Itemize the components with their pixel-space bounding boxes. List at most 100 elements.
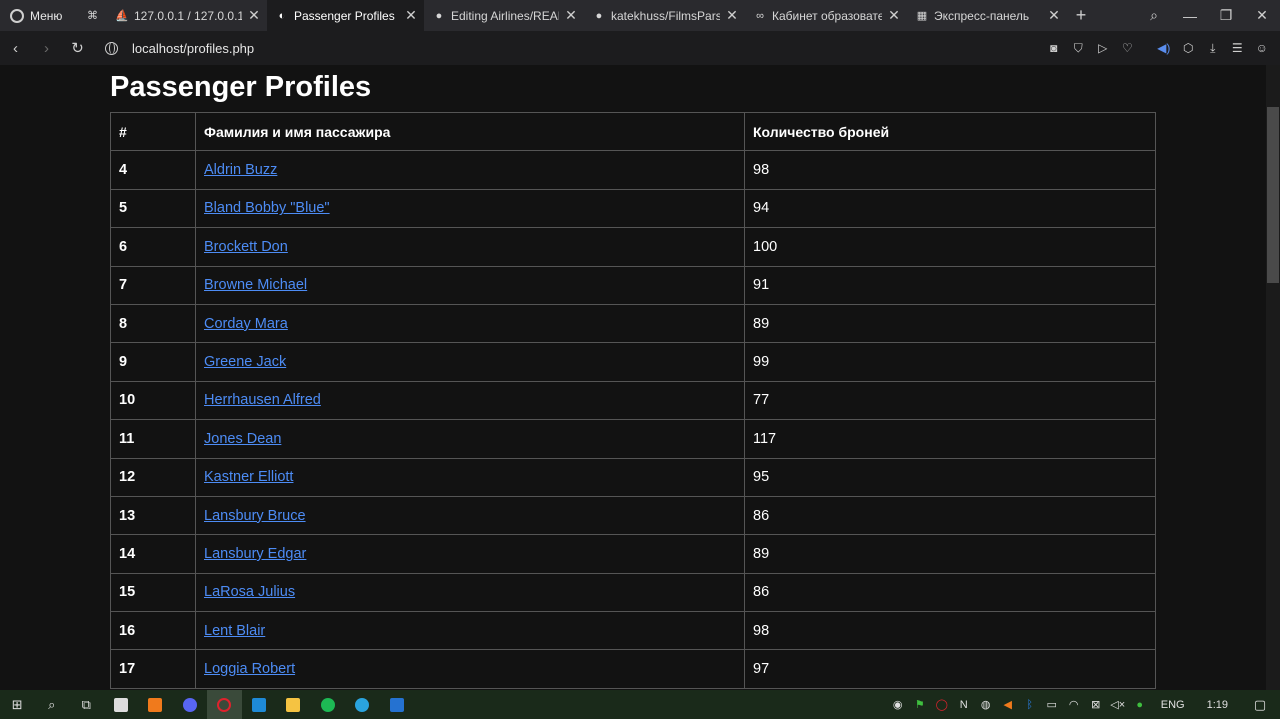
- reload-button[interactable]: ↻: [62, 39, 93, 57]
- passenger-name-cell: Corday Mara: [195, 303, 745, 344]
- booking-count: 97: [744, 649, 1156, 689]
- bluetooth-icon[interactable]: ᛒ: [1019, 699, 1041, 711]
- passenger-profile-link[interactable]: Browne Michael: [204, 277, 307, 293]
- taskbar-discord[interactable]: [173, 690, 208, 719]
- booking-count: 117: [744, 419, 1156, 459]
- passenger-profile-link[interactable]: Aldrin Buzz: [204, 162, 277, 178]
- vertical-scrollbar[interactable]: [1266, 65, 1280, 690]
- taskbar-spotify[interactable]: [311, 690, 346, 719]
- tab[interactable]: ◐ Passenger Profiles ✕: [267, 0, 424, 31]
- restore-button[interactable]: ❐: [1208, 7, 1244, 24]
- task-view-button[interactable]: ⧉: [69, 690, 104, 719]
- taskbar-outlook[interactable]: [380, 690, 415, 719]
- language-indicator[interactable]: ENG: [1151, 699, 1195, 711]
- tab-close-icon[interactable]: ✕: [1047, 7, 1061, 24]
- passenger-id: 12: [110, 457, 196, 497]
- opera-menu-button[interactable]: Меню: [0, 0, 76, 31]
- taskbar-xampp[interactable]: [138, 690, 173, 719]
- download-icon[interactable]: ⤓: [1201, 41, 1226, 56]
- tab-close-icon[interactable]: ✕: [564, 7, 578, 24]
- discord-tray-icon[interactable]: ◉: [887, 698, 909, 711]
- passenger-profile-link[interactable]: Brockett Don: [204, 239, 288, 255]
- passenger-profile-link[interactable]: Bland Bobby "Blue": [204, 200, 330, 216]
- passenger-profile-link[interactable]: Lent Blair: [204, 623, 265, 639]
- search-tabs-icon[interactable]: ⌕: [1136, 7, 1172, 24]
- tab-close-icon[interactable]: ✕: [247, 7, 261, 24]
- passenger-profile-link[interactable]: Herrhausen Alfred: [204, 392, 321, 408]
- flag-tray-icon[interactable]: ⚑: [909, 698, 931, 711]
- url-field[interactable]: localhost/profiles.php: [105, 41, 254, 56]
- cube-icon[interactable]: ⬡: [1176, 41, 1201, 55]
- tab-close-icon[interactable]: ✕: [887, 7, 901, 24]
- passenger-profile-link[interactable]: Lansbury Bruce: [204, 508, 306, 524]
- booking-count: 91: [744, 265, 1156, 305]
- booking-count: 89: [744, 534, 1156, 574]
- volume-muted-icon[interactable]: ◁×: [1107, 698, 1129, 711]
- camera-icon[interactable]: ◙: [1042, 41, 1067, 55]
- search-button[interactable]: ⌕: [35, 690, 70, 719]
- passenger-name-cell: Greene Jack: [195, 342, 745, 382]
- passenger-name-cell: Jones Dean: [195, 419, 745, 459]
- minimize-button[interactable]: —: [1172, 8, 1208, 24]
- back-button[interactable]: ‹: [0, 40, 31, 57]
- passenger-profile-link[interactable]: Loggia Robert: [204, 661, 295, 677]
- taskbar-opera[interactable]: [207, 690, 242, 719]
- windows-logo-icon: ⊞: [11, 696, 23, 712]
- tab-close-icon[interactable]: ✕: [404, 7, 418, 24]
- send-icon[interactable]: ▷: [1091, 41, 1116, 55]
- passenger-name-cell: Herrhausen Alfred: [195, 380, 745, 421]
- wifi-icon[interactable]: ◠: [1063, 698, 1085, 711]
- passenger-profile-link[interactable]: Lansbury Edgar: [204, 546, 306, 562]
- forward-button[interactable]: ›: [31, 40, 62, 57]
- new-tab-button[interactable]: +: [1067, 5, 1095, 26]
- taskbar-telegram[interactable]: [345, 690, 380, 719]
- notion-tray-icon[interactable]: N: [953, 699, 975, 711]
- passenger-profile-link[interactable]: Greene Jack: [204, 354, 286, 370]
- table-row: 13 Lansbury Bruce 86: [110, 495, 1156, 536]
- xampp-tray-icon[interactable]: ◀: [997, 698, 1019, 711]
- tab[interactable]: ⛵ 127.0.0.1 / 127.0.0.1 / ✕: [107, 0, 267, 31]
- notion-icon: [113, 697, 128, 712]
- tab-title: Кабинет образовател: [772, 8, 882, 23]
- tab[interactable]: ▦ Экспресс-панель ✕: [907, 0, 1067, 31]
- passenger-name-cell: Loggia Robert: [195, 649, 745, 689]
- taskbar-notion[interactable]: [104, 690, 139, 719]
- start-button[interactable]: ⊞: [0, 690, 35, 719]
- music-player-icon[interactable]: ◀): [1152, 41, 1177, 55]
- passenger-name-cell: Browne Michael: [195, 265, 745, 305]
- power-icon[interactable]: ⊠: [1085, 698, 1107, 711]
- booking-count: 86: [744, 495, 1156, 536]
- booking-count: 86: [744, 572, 1156, 613]
- shield-icon[interactable]: ⛉: [1066, 41, 1091, 56]
- globe-icon: [105, 41, 118, 55]
- opera-tray-icon[interactable]: ◯: [931, 698, 953, 711]
- close-window-button[interactable]: ✕: [1244, 7, 1280, 24]
- spotify-tray-icon[interactable]: ●: [1129, 699, 1151, 711]
- passenger-profile-link[interactable]: Kastner Elliott: [204, 469, 293, 485]
- vpn-tray-icon[interactable]: ◍: [975, 698, 997, 711]
- booking-count: 98: [744, 611, 1156, 651]
- notification-center-icon[interactable]: ▢: [1240, 697, 1280, 713]
- passenger-profile-link[interactable]: Corday Mara: [204, 316, 288, 332]
- taskbar-vscode[interactable]: [242, 690, 277, 719]
- clock[interactable]: 1:19: [1195, 699, 1240, 711]
- taskbar-explorer[interactable]: [276, 690, 311, 719]
- passenger-profile-link[interactable]: LaRosa Julius: [204, 584, 295, 600]
- tab[interactable]: ● katekhuss/FilmsParsin ✕: [584, 0, 745, 31]
- settings-icon[interactable]: ☰: [1225, 41, 1250, 55]
- heart-icon[interactable]: ♡: [1115, 41, 1140, 55]
- scrollbar-thumb[interactable]: [1267, 107, 1279, 283]
- table-row: 14 Lansbury Edgar 89: [110, 534, 1156, 574]
- profile-icon[interactable]: ☺: [1250, 41, 1275, 55]
- passenger-id: 9: [110, 342, 196, 382]
- passenger-name-cell: Lent Blair: [195, 611, 745, 651]
- cabinet-icon: ∞: [756, 9, 764, 22]
- passenger-profile-link[interactable]: Jones Dean: [204, 431, 281, 447]
- url-text[interactable]: localhost/profiles.php: [132, 41, 254, 56]
- passenger-id: 4: [110, 150, 196, 190]
- tab-close-icon[interactable]: ✕: [725, 7, 739, 24]
- pinned-tab-gamepad[interactable]: ⌘: [76, 0, 107, 31]
- battery-icon[interactable]: ▭: [1041, 698, 1063, 711]
- tab[interactable]: ∞ Кабинет образовател ✕: [745, 0, 907, 31]
- tab[interactable]: ● Editing Airlines/READI ✕: [424, 0, 584, 31]
